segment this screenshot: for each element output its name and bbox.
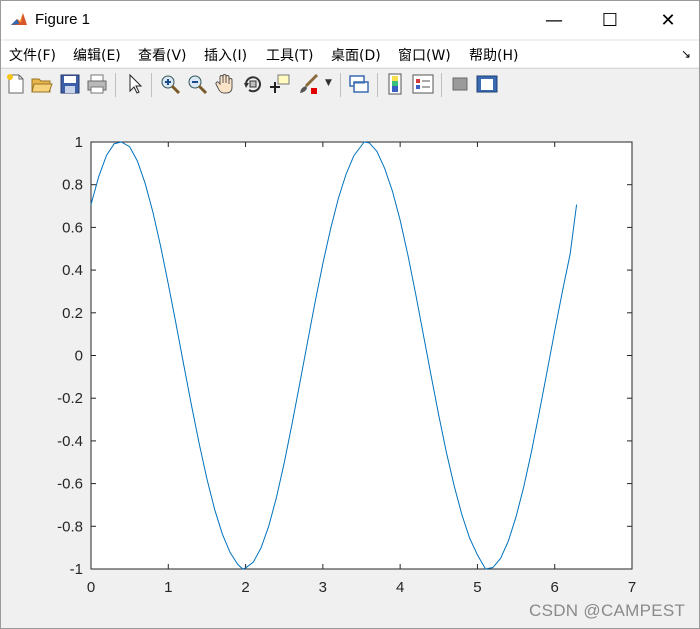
close-button[interactable]: ✕ <box>645 1 691 39</box>
data-cursor-icon[interactable] <box>268 72 292 96</box>
print-icon[interactable] <box>85 72 109 96</box>
x-tick-label: 3 <box>319 579 327 596</box>
menu-window[interactable]: 窗口(W) <box>398 45 451 65</box>
menu-insert[interactable]: 插入(I) <box>204 45 247 65</box>
y-tick-label: -0.4 <box>57 433 83 450</box>
x-tick-label: 2 <box>241 579 249 596</box>
y-tick-label: 1 <box>75 134 83 151</box>
toolbar-separator <box>115 73 116 97</box>
figure-window: Figure 1 — ☐ ✕ 文件(F) 编辑(E) 查看(V) 插入(I) 工… <box>0 0 700 629</box>
save-icon[interactable] <box>58 72 82 96</box>
maximize-button[interactable]: ☐ <box>587 1 633 39</box>
zoom-in-icon[interactable] <box>158 72 182 96</box>
x-tick-label: 1 <box>164 579 172 596</box>
plot-area[interactable]: 1 0.8 0.6 0.4 0.2 0 -0.2 -0.4 -0.6 -0.8 -1 0 1 2 3 4 5 6… <box>1 101 699 628</box>
y-tick-label: 0.8 <box>62 177 83 194</box>
y-tick-label: -1 <box>70 561 83 578</box>
x-tick-label: 0 <box>87 579 95 596</box>
pan-hand-icon[interactable] <box>213 72 237 96</box>
legend-icon[interactable] <box>411 72 435 96</box>
figure-toolbar: ▼ <box>1 68 699 102</box>
minimize-button[interactable]: — <box>531 1 577 39</box>
menu-bar: 文件(F) 编辑(E) 查看(V) 插入(I) 工具(T) 桌面(D) 窗口(W… <box>1 41 699 67</box>
menu-desktop[interactable]: 桌面(D) <box>331 45 381 65</box>
open-icon[interactable] <box>30 72 54 96</box>
menu-help[interactable]: 帮助(H) <box>469 45 518 65</box>
watermark: CSDN @CAMPEST <box>529 601 686 620</box>
menu-view[interactable]: 查看(V) <box>138 45 187 65</box>
colorbar-icon[interactable] <box>384 72 408 96</box>
zoom-out-icon[interactable] <box>185 72 209 96</box>
menu-tools[interactable]: 工具(T) <box>266 45 313 65</box>
menu-file[interactable]: 文件(F) <box>9 45 56 65</box>
figure-canvas[interactable]: 1 0.8 0.6 0.4 0.2 0 -0.2 -0.4 -0.6 -0.8 -1 0 1 2 3 4 5 6… <box>1 101 699 628</box>
y-tick-label: 0.6 <box>62 219 83 236</box>
matlab-icon <box>9 10 29 30</box>
new-figure-icon[interactable] <box>4 72 28 96</box>
y-tick-label: -0.6 <box>57 476 83 493</box>
toolbar-separator <box>377 73 378 97</box>
toolbar-separator <box>441 73 442 97</box>
hide-plot-tools-icon[interactable] <box>448 72 472 96</box>
brush-dropdown-icon[interactable]: ▼ <box>325 78 332 88</box>
title-bar[interactable]: Figure 1 — ☐ ✕ <box>1 1 699 39</box>
x-tick-label: 4 <box>396 579 404 596</box>
brush-icon[interactable] <box>297 72 321 96</box>
y-tick-label: -0.8 <box>57 518 83 535</box>
link-plot-icon[interactable] <box>347 72 371 96</box>
y-tick-label: 0.2 <box>62 305 83 322</box>
toolstrip-expand-icon[interactable]: ↘ <box>681 47 691 61</box>
y-tick-label: 0.4 <box>62 262 83 279</box>
toolbar-separator <box>151 73 152 97</box>
y-tick-label: -0.2 <box>57 390 83 407</box>
x-tick-label: 6 <box>551 579 559 596</box>
menu-edit[interactable]: 编辑(E) <box>73 45 121 65</box>
x-tick-label: 5 <box>473 579 481 596</box>
toolbar-separator <box>340 73 341 97</box>
pointer-icon[interactable] <box>123 72 147 96</box>
show-plot-tools-icon[interactable] <box>475 72 499 96</box>
rotate-3d-icon[interactable] <box>241 72 265 96</box>
window-title: Figure 1 <box>35 11 91 28</box>
axes-box[interactable] <box>90 141 633 570</box>
x-tick-label: 7 <box>628 579 636 596</box>
y-tick-label: 0 <box>75 348 83 365</box>
